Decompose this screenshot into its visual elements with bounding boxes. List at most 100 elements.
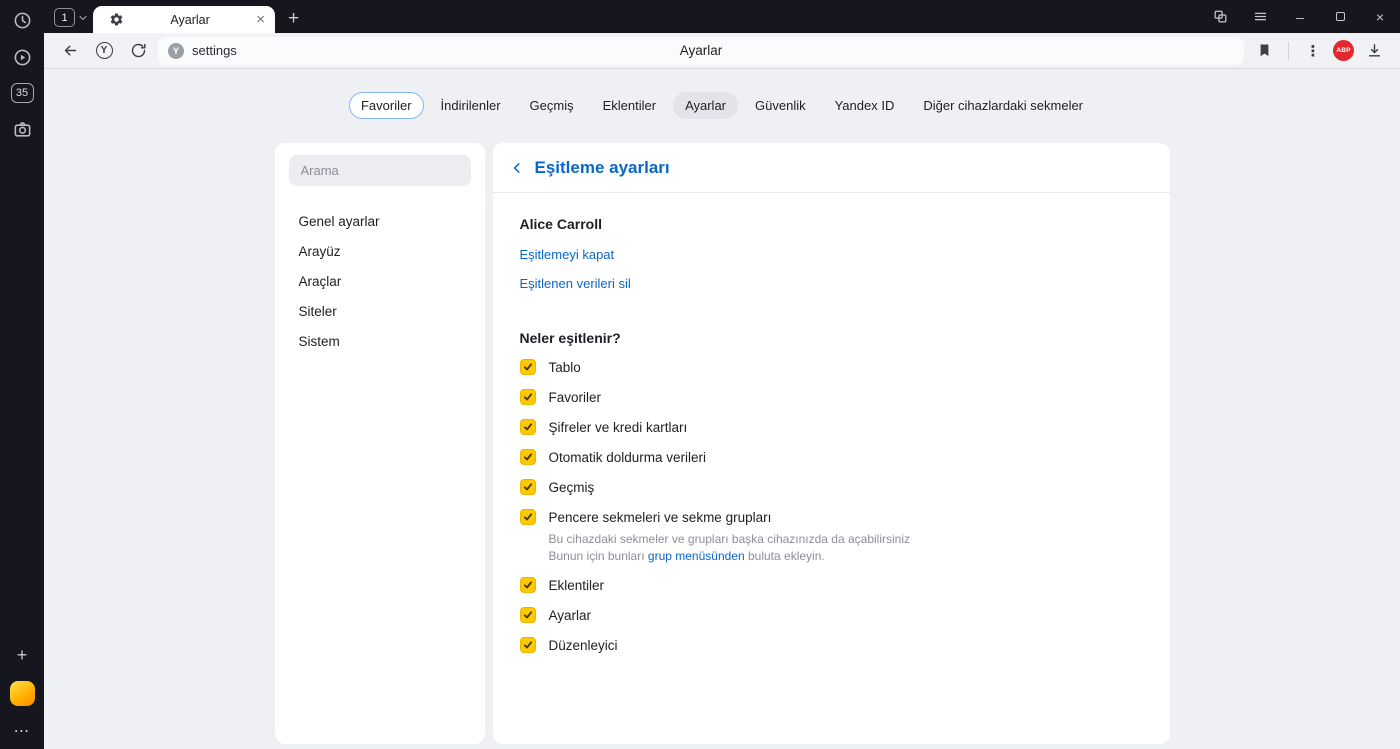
gear-icon — [109, 12, 124, 27]
maximize-icon — [1335, 12, 1345, 21]
sync-option-row: Tablo — [519, 359, 1143, 376]
description-line2-before: Bunun için bunları — [548, 548, 648, 563]
side-panels-icon[interactable] — [1200, 0, 1240, 33]
browser-window: 35 + ⋯ 1 Ayarlar × + – × Y Y settings Ay… — [0, 0, 1400, 749]
bookmark-icon[interactable] — [1250, 37, 1278, 65]
main-column: 1 Ayarlar × + – × Y Y settings Ayarlar ⋮… — [44, 0, 1400, 749]
search-input[interactable] — [288, 155, 471, 186]
panel-header: Eşitleme ayarları — [492, 143, 1170, 193]
yandex-search-button[interactable]: Y — [90, 37, 118, 65]
maximize-button[interactable] — [1320, 0, 1360, 33]
close-window-button[interactable]: × — [1360, 0, 1400, 33]
checkbox-label: Düzenleyici — [548, 638, 618, 653]
tab-strip: 1 Ayarlar × + – × — [44, 0, 1400, 33]
sync-option-row: Eklentiler — [519, 577, 1143, 594]
screenshot-camera-icon[interactable] — [11, 118, 33, 140]
play-circle-icon[interactable] — [11, 46, 33, 68]
sync-option-row: Düzenleyici — [519, 637, 1143, 654]
settings-page: Favoriler İndirilenler Geçmiş Eklentiler… — [44, 69, 1400, 749]
checkbox-label: Tablo — [548, 360, 581, 375]
add-panel-icon[interactable]: + — [17, 646, 28, 664]
sidebar-item-siteler[interactable]: Siteler — [289, 296, 471, 326]
page-title: Eşitleme ayarları — [534, 158, 670, 177]
settings-top-nav: Favoriler İndirilenler Geçmiş Eklentiler… — [44, 92, 1400, 119]
checkbox-label: Pencere sekmeleri ve sekme grupları — [548, 510, 772, 525]
omnibox-page-title: Ayarlar — [679, 43, 723, 58]
checkbox-label: Eklentiler — [548, 578, 605, 593]
checkbox-label: Ayarlar — [548, 608, 592, 623]
back-button[interactable] — [56, 37, 84, 65]
checkbox-label: Otomatik doldurma verileri — [548, 450, 707, 465]
nav-tab-diger-cihazlar[interactable]: Diğer cihazlardaki sekmeler — [911, 92, 1095, 119]
address-bar[interactable]: Y settings Ayarlar — [158, 36, 1244, 65]
checkbox-gecmis[interactable] — [519, 479, 536, 495]
delete-synced-data-link[interactable]: Eşitlenen verileri sil — [520, 277, 631, 290]
account-name: Alice Carroll — [519, 216, 602, 232]
address-text: settings — [192, 43, 237, 58]
nav-tab-eklentiler[interactable]: Eklentiler — [591, 92, 668, 119]
sidebar-item-araclar[interactable]: Araçlar — [289, 266, 471, 296]
settings-menu: Genel ayarlar Arayüz Araçlar Siteler Sis… — [289, 206, 471, 356]
panel-body: Alice Carroll Eşitlemeyi kapat Eşitlenen… — [493, 193, 1170, 674]
checkbox-favoriler[interactable] — [519, 389, 536, 405]
back-chevron-icon[interactable] — [510, 161, 524, 175]
checkbox-eklentiler[interactable] — [519, 577, 536, 593]
description-line1: Bu cihazdaki sekmeler ve grupları başka … — [548, 532, 911, 546]
disable-sync-link[interactable]: Eşitlemeyi kapat — [520, 248, 615, 261]
sync-option-row: Pencere sekmeleri ve sekme grupları Bu c… — [519, 509, 1143, 564]
nav-tab-indirilenler[interactable]: İndirilenler — [429, 92, 513, 119]
checkbox-duzenleyici[interactable] — [519, 637, 536, 653]
toolbar: Y Y settings Ayarlar ⋮ ABP — [44, 33, 1400, 69]
menu-hamburger-icon[interactable] — [1240, 0, 1280, 33]
chevron-down-icon — [77, 12, 89, 24]
nav-tab-guvenlik[interactable]: Güvenlik — [743, 92, 818, 119]
checkbox-ayarlar[interactable] — [519, 607, 536, 623]
nav-tab-ayarlar[interactable]: Ayarlar — [673, 92, 739, 119]
sync-option-row: Ayarlar — [519, 607, 1143, 624]
checkbox-label: Favoriler — [548, 390, 602, 405]
yandex-y-icon: Y — [95, 42, 113, 59]
group-menu-link[interactable]: grup menüsünden — [648, 549, 745, 563]
close-tab-icon[interactable]: × — [256, 12, 265, 27]
nav-tab-gecmis[interactable]: Geçmiş — [518, 92, 586, 119]
nav-tab-yandex-id[interactable]: Yandex ID — [823, 92, 907, 119]
sync-option-row: Geçmiş — [519, 479, 1143, 496]
rail-top-icons: 35 — [10, 9, 34, 140]
more-options-icon[interactable]: ⋯ — [14, 723, 31, 741]
sync-option-row: Favoriler — [519, 389, 1143, 406]
checkbox-sifreler[interactable] — [519, 419, 536, 435]
sync-settings-card: Eşitleme ayarları Alice Carroll Eşitleme… — [492, 143, 1170, 744]
tab-count-badge[interactable]: 35 — [10, 83, 34, 103]
sync-option-row: Şifreler ve kredi kartları — [519, 419, 1143, 436]
browser-tab-active[interactable]: Ayarlar × — [93, 6, 275, 33]
refresh-button[interactable] — [124, 37, 152, 65]
abp-extension-badge[interactable]: ABP — [1333, 40, 1354, 61]
description-line2-after: buluta ekleyin. — [744, 548, 825, 563]
sidebar-item-sistem[interactable]: Sistem — [289, 326, 471, 356]
sidebar-item-genel-ayarlar[interactable]: Genel ayarlar — [289, 206, 471, 236]
checkbox-pencere-sekmeleri[interactable] — [519, 509, 536, 525]
checkbox-description: Bu cihazdaki sekmeler ve grupları başka … — [549, 531, 911, 564]
tab-count: 1 — [54, 8, 75, 27]
tab-list-button[interactable]: 1 — [54, 8, 89, 27]
checkbox-label: Şifreler ve kredi kartları — [548, 420, 688, 435]
rail-bottom-icons: + ⋯ — [9, 646, 35, 741]
more-vertical-icon[interactable]: ⋮ — [1299, 37, 1327, 65]
toolbar-divider — [1288, 41, 1289, 60]
window-controls: – × — [1200, 0, 1400, 33]
checkbox-label: Geçmiş — [548, 480, 595, 495]
downloads-icon[interactable] — [1360, 37, 1388, 65]
checkbox-label-group: Pencere sekmeleri ve sekme grupları Bu c… — [549, 509, 911, 564]
checkbox-otomatik-doldurma[interactable] — [519, 449, 536, 465]
settings-layout: Genel ayarlar Arayüz Araçlar Siteler Sis… — [44, 143, 1400, 744]
nav-tab-favoriler[interactable]: Favoriler — [348, 92, 424, 119]
sidebar-item-arayuz[interactable]: Arayüz — [289, 236, 471, 266]
checkbox-tablo[interactable] — [519, 359, 536, 375]
section-title: Neler eşitlenir? — [519, 330, 621, 346]
site-favicon: Y — [168, 42, 184, 59]
minimize-button[interactable]: – — [1280, 0, 1320, 33]
sync-option-row: Otomatik doldurma verileri — [519, 449, 1143, 466]
history-clock-icon[interactable] — [11, 9, 33, 31]
new-tab-button[interactable]: + — [288, 9, 299, 28]
yandex-logo[interactable] — [9, 681, 35, 706]
